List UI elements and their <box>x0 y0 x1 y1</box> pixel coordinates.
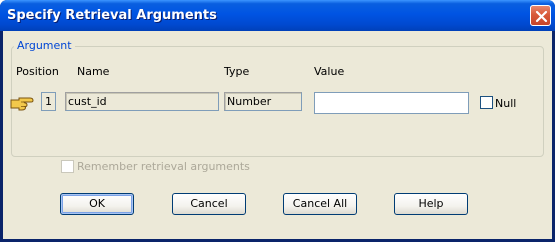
position-header: Position <box>16 65 59 78</box>
pointing-hand-icon <box>10 93 34 114</box>
help-button[interactable]: Help <box>394 193 468 215</box>
dialog-window: Specify Retrieval Arguments Argument Pos… <box>0 0 555 242</box>
dialog-body: Argument Position Name Type Value 1 cust… <box>3 31 552 239</box>
null-checkbox[interactable] <box>480 96 493 109</box>
close-button[interactable] <box>530 5 551 26</box>
cancel-button[interactable]: Cancel <box>172 193 246 215</box>
argument-group-label: Argument <box>14 39 75 52</box>
name-header: Name <box>77 65 110 78</box>
null-label: Null <box>495 97 517 110</box>
type-field: Number <box>224 92 302 111</box>
dialog-title: Specify Retrieval Arguments <box>7 8 217 23</box>
type-header: Type <box>224 65 250 78</box>
cancel-all-button[interactable]: Cancel All <box>283 193 357 215</box>
position-field: 1 <box>41 92 56 111</box>
value-header: Value <box>314 65 345 78</box>
ok-button[interactable]: OK <box>60 193 134 215</box>
title-bar[interactable]: Specify Retrieval Arguments <box>0 0 555 31</box>
remember-checkbox[interactable] <box>61 160 74 173</box>
name-field: cust_id <box>65 92 219 111</box>
close-icon <box>535 10 548 23</box>
remember-label: Remember retrieval arguments <box>77 160 250 173</box>
value-input[interactable] <box>314 92 469 114</box>
